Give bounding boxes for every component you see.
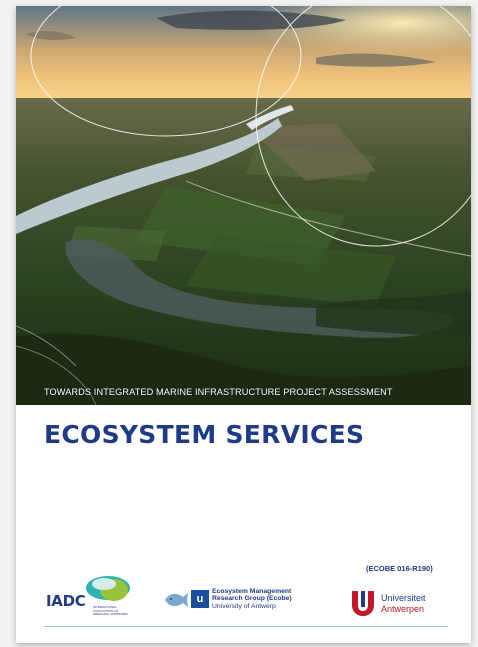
report-code: (ECOBE 016-R190) — [366, 564, 433, 573]
ecobe-line-1: Ecosystem Management — [212, 588, 292, 595]
footer-divider — [44, 626, 448, 627]
aerial-river-photo: TOWARDS INTEGRATED MARINE INFRASTRUCTURE… — [16, 6, 471, 405]
cover-subtitle: TOWARDS INTEGRATED MARINE INFRASTRUCTURE… — [44, 387, 393, 397]
iadc-tagline: INTERNATIONAL ASSOCIATION OF DREDGING CO… — [93, 605, 128, 616]
ecobe-text-block: Ecosystem Management Research Group (Eco… — [212, 588, 322, 610]
report-cover: TOWARDS INTEGRATED MARINE INFRASTRUCTURE… — [16, 6, 471, 643]
ua-line-2: Antwerpen — [381, 604, 425, 614]
ua-shield-icon: u — [191, 590, 209, 608]
iadc-wordmark: IADC — [46, 592, 86, 610]
iadc-logo: IADC INTERNATIONAL ASSOCIATION OF DREDGI… — [46, 572, 136, 618]
cover-title: ECOSYSTEM SERVICES — [44, 420, 365, 449]
ua-emblem-icon — [352, 591, 374, 616]
fish-icon — [165, 593, 188, 607]
ecobe-logo: u Ecosystem Management Research Group (E… — [163, 588, 313, 618]
ua-line-1: Universiteit — [381, 593, 426, 603]
ecobe-line-3: University of Antwerp — [212, 602, 276, 610]
ua-text-block: Universiteit Antwerpen — [381, 593, 426, 615]
landscape-illustration — [16, 6, 471, 405]
ecobe-line-2: Research Group (Ecobe) — [212, 595, 292, 603]
universiteit-antwerpen-logo: Universiteit Antwerpen — [348, 588, 453, 620]
